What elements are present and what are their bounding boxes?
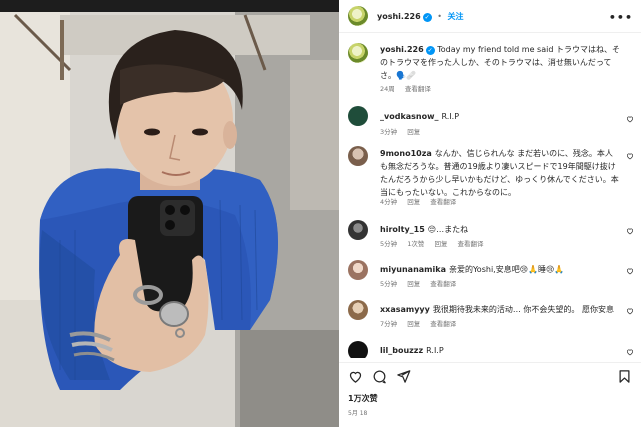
reply-link[interactable]: 回复	[407, 280, 420, 288]
translate-link[interactable]: 查看翻译	[430, 320, 456, 328]
heart-icon[interactable]	[626, 227, 634, 235]
comment-item: xxasamyyy 我很期待我未来的活动… 你不会失望的。 愿你安息 7分钟 回复…	[339, 300, 641, 334]
commenter-avatar[interactable]	[348, 106, 368, 126]
verified-badge-icon: ✓	[422, 13, 432, 22]
comment-body: 亲爱的Yoshi,安息吧😢🙏睡😢🙏	[448, 265, 565, 274]
bookmark-icon[interactable]	[617, 369, 632, 384]
comment-time[interactable]: 4分钟	[380, 198, 397, 206]
commenter-username[interactable]: 9mono10za	[380, 149, 432, 158]
translate-link[interactable]: 查看翻译	[430, 280, 456, 288]
comment-item: _vodkasnow_ R.I.P 3分钟 回复	[339, 106, 641, 140]
comment-item: hirolty_15 😔…またね 5分钟 1次赞 回复 查看翻译	[339, 220, 641, 254]
commenter-username[interactable]: _vodkasnow_	[380, 112, 439, 121]
caption-emoji: 🗣️🩹	[396, 71, 416, 80]
comment-text: hirolty_15 😔…またね	[380, 223, 620, 236]
comment-text: lil_bouzzz R.I.P	[380, 344, 620, 357]
commenter-avatar[interactable]	[348, 260, 368, 280]
comment-item: lil_bouzzz R.I.P	[339, 340, 641, 358]
comment-likes[interactable]: 1次赞	[407, 240, 424, 248]
comment-time[interactable]: 5分钟	[380, 240, 397, 248]
comment-body: 我很期待我未来的活动… 你不会失望的。 愿你安息	[432, 305, 614, 314]
commenter-username[interactable]: miyunanamika	[380, 265, 446, 274]
comment-meta: 4分钟 回复 查看翻译	[380, 196, 464, 206]
post-caption: yoshi.226 ✓ Today my friend told me said …	[339, 34, 641, 100]
action-bar	[339, 362, 641, 390]
translate-link[interactable]: 查看翻译	[458, 240, 484, 248]
verified-badge-icon: ✓	[425, 46, 435, 55]
author-username[interactable]: yoshi.226	[377, 12, 421, 21]
comment-time[interactable]: 7分钟	[380, 320, 397, 328]
heart-icon[interactable]	[626, 115, 634, 123]
reply-link[interactable]: 回复	[434, 240, 447, 248]
comment-body: R.I.P	[426, 346, 444, 355]
commenter-avatar[interactable]	[348, 341, 368, 358]
commenter-avatar[interactable]	[348, 300, 368, 320]
comment-meta: 5分钟 回复 查看翻译	[380, 278, 464, 288]
separator-dot: •	[437, 12, 442, 21]
comment-time[interactable]: 3分钟	[380, 128, 397, 136]
caption-meta: 24周 查看翻译	[380, 83, 439, 93]
comment-meta: 3分钟 回复	[380, 126, 428, 136]
comments-panel: yoshi.226 ✓ • 关注 ••• yoshi.226 ✓ Today my …	[339, 0, 641, 427]
comment-icon[interactable]	[372, 369, 387, 384]
comment-list[interactable]: _vodkasnow_ R.I.P 3分钟 回复 9mono10za なんか、信じら…	[339, 100, 641, 358]
reply-link[interactable]: 回复	[407, 320, 420, 328]
commenter-username[interactable]: lil_bouzzz	[380, 346, 423, 355]
comment-time[interactable]: 5分钟	[380, 280, 397, 288]
comment-text: _vodkasnow_ R.I.P	[380, 110, 620, 123]
translate-link[interactable]: 查看翻译	[430, 198, 456, 206]
caption-username[interactable]: yoshi.226	[380, 45, 424, 54]
commenter-username[interactable]: hirolty_15	[380, 225, 425, 234]
comment-meta: 5分钟 1次赞 回复 查看翻译	[380, 238, 492, 248]
comment-body: R.I.P	[441, 112, 460, 121]
header-line: yoshi.226 ✓ • 关注	[377, 11, 463, 22]
comment-text: 9mono10za なんか、信じられんな まだ若いのに、残念。本人も無念だろうな。…	[380, 147, 620, 199]
heart-icon[interactable]	[626, 307, 634, 315]
comment-text: xxasamyyy 我很期待我未来的活动… 你不会失望的。 愿你安息	[380, 303, 620, 316]
author-avatar[interactable]	[348, 6, 368, 26]
post-photo[interactable]	[0, 0, 339, 427]
heart-icon[interactable]	[348, 369, 363, 384]
reply-link[interactable]: 回复	[407, 128, 420, 136]
mirror-selfie-image	[0, 0, 339, 427]
heart-icon[interactable]	[626, 152, 634, 160]
caption-translate-link[interactable]: 查看翻译	[405, 85, 431, 93]
send-icon[interactable]	[396, 369, 411, 384]
heart-icon[interactable]	[626, 267, 634, 275]
commenter-avatar[interactable]	[348, 146, 368, 166]
comment-meta: 7分钟 回复 查看翻译	[380, 318, 464, 328]
post-date[interactable]: 5月 18	[348, 408, 367, 417]
comment-body: 😔…またね	[427, 225, 469, 234]
caption-text: yoshi.226 ✓ Today my friend told me said …	[380, 43, 626, 82]
more-horizontal-icon[interactable]: •••	[609, 11, 633, 24]
instagram-post-modal: yoshi.226 ✓ • 关注 ••• yoshi.226 ✓ Today my …	[0, 0, 641, 427]
likes-count[interactable]: 1万次赞	[348, 393, 378, 404]
comment-item: 9mono10za なんか、信じられんな まだ若いのに、残念。本人も無念だろうな。…	[339, 146, 641, 208]
commenter-avatar[interactable]	[348, 220, 368, 240]
caption-avatar[interactable]	[348, 43, 368, 63]
caption-time[interactable]: 24周	[380, 85, 395, 93]
comment-item: miyunanamika 亲爱的Yoshi,安息吧😢🙏睡😢🙏 5分钟 回复 查看翻…	[339, 260, 641, 294]
post-header: yoshi.226 ✓ • 关注 •••	[339, 0, 641, 33]
follow-button[interactable]: 关注	[447, 12, 463, 21]
commenter-username[interactable]: xxasamyyy	[380, 305, 430, 314]
comment-text: miyunanamika 亲爱的Yoshi,安息吧😢🙏睡😢🙏	[380, 263, 620, 276]
reply-link[interactable]: 回复	[407, 198, 420, 206]
heart-icon[interactable]	[626, 348, 634, 356]
